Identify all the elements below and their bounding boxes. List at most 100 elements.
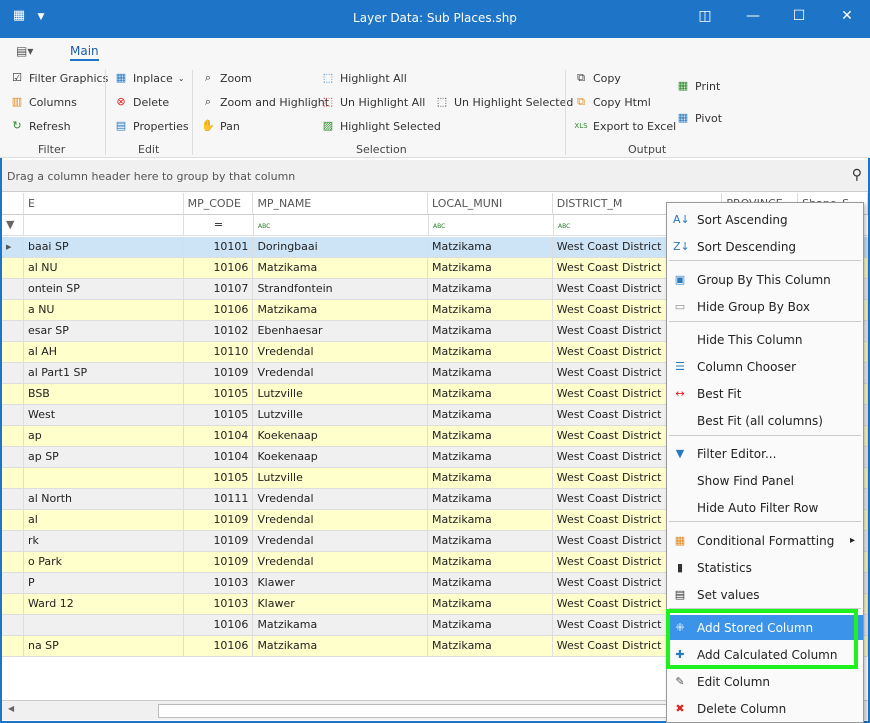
table-cell[interactable]: 10105 — [184, 468, 254, 489]
menu-item-group-by-this-column[interactable]: ▣ Group By This Column — [667, 267, 863, 292]
menu-item-show-find-panel[interactable]: Show Find Panel — [667, 468, 863, 493]
table-cell[interactable]: Vredendal — [253, 531, 429, 552]
table-cell[interactable]: Lutzville — [253, 468, 429, 489]
scroll-thumb[interactable] — [158, 704, 678, 718]
table-cell[interactable]: na SP — [24, 636, 184, 657]
menu-item-best-fit-all-columns[interactable]: Best Fit (all columns) — [667, 408, 863, 433]
table-cell[interactable]: Matzikama — [428, 384, 553, 405]
table-cell[interactable]: 10103 — [184, 594, 254, 615]
table-cell[interactable]: Matzikama — [253, 258, 429, 279]
un-highlight-all-button[interactable]: ⬚ Un Highlight All — [321, 95, 426, 109]
table-cell[interactable]: Matzikama — [428, 552, 553, 573]
table-cell[interactable]: 10103 — [184, 573, 254, 594]
table-cell[interactable]: Matzikama — [428, 321, 553, 342]
table-cell[interactable]: Matzikama — [428, 489, 553, 510]
table-cell[interactable]: Ward 12 — [24, 594, 184, 615]
table-cell[interactable]: Matzikama — [253, 636, 429, 657]
menu-item-hide-group-by-box[interactable]: ▭ Hide Group By Box — [667, 294, 863, 319]
table-cell[interactable] — [24, 468, 184, 489]
menu-item-hide-auto-filter-row[interactable]: Hide Auto Filter Row — [667, 495, 863, 520]
table-cell[interactable]: Matzikama — [428, 363, 553, 384]
menu-item-column-chooser[interactable]: ☰ Column Chooser — [667, 354, 863, 379]
tab-main[interactable]: Main — [70, 44, 99, 61]
columns-button[interactable]: ▥ Columns — [10, 95, 77, 109]
table-cell[interactable]: Vredendal — [253, 489, 429, 510]
scroll-left-icon[interactable]: ◀ — [8, 704, 14, 713]
un-highlight-selected-button[interactable]: ⬚ Un Highlight Selected — [435, 95, 574, 109]
table-cell[interactable]: o Park — [24, 552, 184, 573]
table-cell[interactable]: Matzikama — [428, 510, 553, 531]
table-cell[interactable]: 10109 — [184, 510, 254, 531]
table-cell[interactable]: 10106 — [184, 636, 254, 657]
column-header[interactable]: LOCAL_MUNI — [428, 193, 553, 215]
inplace-button[interactable]: ▦ Inplace ⌄ — [114, 71, 185, 85]
table-cell[interactable]: 10104 — [184, 426, 254, 447]
table-cell[interactable]: Vredendal — [253, 363, 429, 384]
table-cell[interactable]: BSB — [24, 384, 184, 405]
highlight-all-button[interactable]: ⬚ Highlight All — [321, 71, 407, 85]
table-cell[interactable]: 10110 — [184, 342, 254, 363]
table-cell[interactable]: Matzikama — [253, 615, 429, 636]
table-cell[interactable]: Matzikama — [428, 300, 553, 321]
table-cell[interactable]: a NU — [24, 300, 184, 321]
table-cell[interactable]: 10109 — [184, 552, 254, 573]
table-cell[interactable]: Lutzville — [253, 384, 429, 405]
table-cell[interactable]: Strandfontein — [253, 279, 429, 300]
table-cell[interactable]: ap — [24, 426, 184, 447]
copy-html-button[interactable]: ⧉ Copy Html — [574, 95, 651, 109]
highlight-selected-button[interactable]: ▨ Highlight Selected — [321, 119, 441, 133]
properties-button[interactable]: ▤ Properties — [114, 119, 189, 133]
table-cell[interactable]: Vredendal — [253, 552, 429, 573]
zoom-and-highlight-button[interactable]: ⌕ Zoom and Highlight — [201, 95, 329, 109]
table-cell[interactable]: 10101 — [184, 237, 254, 258]
refresh-button[interactable]: ↻ Refresh — [10, 119, 70, 133]
menu-item-sort-ascending[interactable]: A↓ Sort Ascending — [667, 207, 863, 232]
table-cell[interactable]: 10107 — [184, 279, 254, 300]
filter-cell[interactable]: = — [184, 215, 254, 236]
menu-item-sort-descending[interactable]: Z↓ Sort Descending — [667, 234, 863, 259]
app-menu-icon[interactable]: ▤▾ — [16, 44, 33, 58]
restore-icon[interactable]: ◫ — [690, 8, 720, 24]
pan-button[interactable]: ✋ Pan — [201, 119, 240, 133]
table-cell[interactable]: 10102 — [184, 321, 254, 342]
table-cell[interactable] — [24, 615, 184, 636]
maximize-button[interactable]: ☐ — [784, 8, 814, 24]
filter-cell[interactable] — [24, 215, 184, 236]
column-header[interactable]: MP_CODE — [183, 193, 254, 215]
menu-item-statistics[interactable]: ▮ Statistics — [667, 555, 863, 580]
table-cell[interactable]: 10106 — [184, 258, 254, 279]
table-cell[interactable]: al AH — [24, 342, 184, 363]
table-cell[interactable]: Matzikama — [428, 594, 553, 615]
column-header[interactable]: MP_NAME — [253, 193, 429, 215]
table-cell[interactable]: Koekenaap — [253, 447, 429, 468]
table-cell[interactable]: Vredendal — [253, 342, 429, 363]
table-cell[interactable]: 10104 — [184, 447, 254, 468]
table-cell[interactable]: Matzikama — [428, 426, 553, 447]
pivot-button[interactable]: ▦ Pivot — [676, 111, 722, 125]
table-cell[interactable]: Vredendal — [253, 510, 429, 531]
table-cell[interactable]: Doringbaai — [253, 237, 429, 258]
table-cell[interactable]: baai SP — [24, 237, 184, 258]
table-cell[interactable]: Matzikama — [428, 237, 553, 258]
table-cell[interactable]: al North — [24, 489, 184, 510]
menu-item-conditional-formatting[interactable]: ▦ Conditional Formatting ▸ — [667, 528, 863, 553]
table-cell[interactable]: Matzikama — [428, 573, 553, 594]
table-cell[interactable]: 10109 — [184, 531, 254, 552]
table-cell[interactable]: Ebenhaesar — [253, 321, 429, 342]
table-cell[interactable]: Matzikama — [428, 447, 553, 468]
zoom-button[interactable]: ⌕ Zoom — [201, 71, 252, 85]
export-excel-button[interactable]: XLS Export to Excel — [574, 119, 676, 133]
table-cell[interactable]: Lutzville — [253, 405, 429, 426]
table-cell[interactable]: ap SP — [24, 447, 184, 468]
table-cell[interactable]: 10109 — [184, 363, 254, 384]
table-cell[interactable]: Matzikama — [428, 636, 553, 657]
filter-graphics-button[interactable]: ☑ Filter Graphics — [10, 71, 108, 85]
menu-item-set-values[interactable]: ▤ Set values — [667, 582, 863, 607]
table-cell[interactable]: Klawer — [253, 594, 429, 615]
table-cell[interactable]: Matzikama — [428, 615, 553, 636]
table-cell[interactable]: Matzikama — [428, 279, 553, 300]
table-cell[interactable]: Matzikama — [253, 300, 429, 321]
table-cell[interactable]: 10105 — [184, 384, 254, 405]
column-header[interactable]: E — [23, 193, 184, 215]
filter-cell[interactable]: ABC — [254, 215, 429, 236]
